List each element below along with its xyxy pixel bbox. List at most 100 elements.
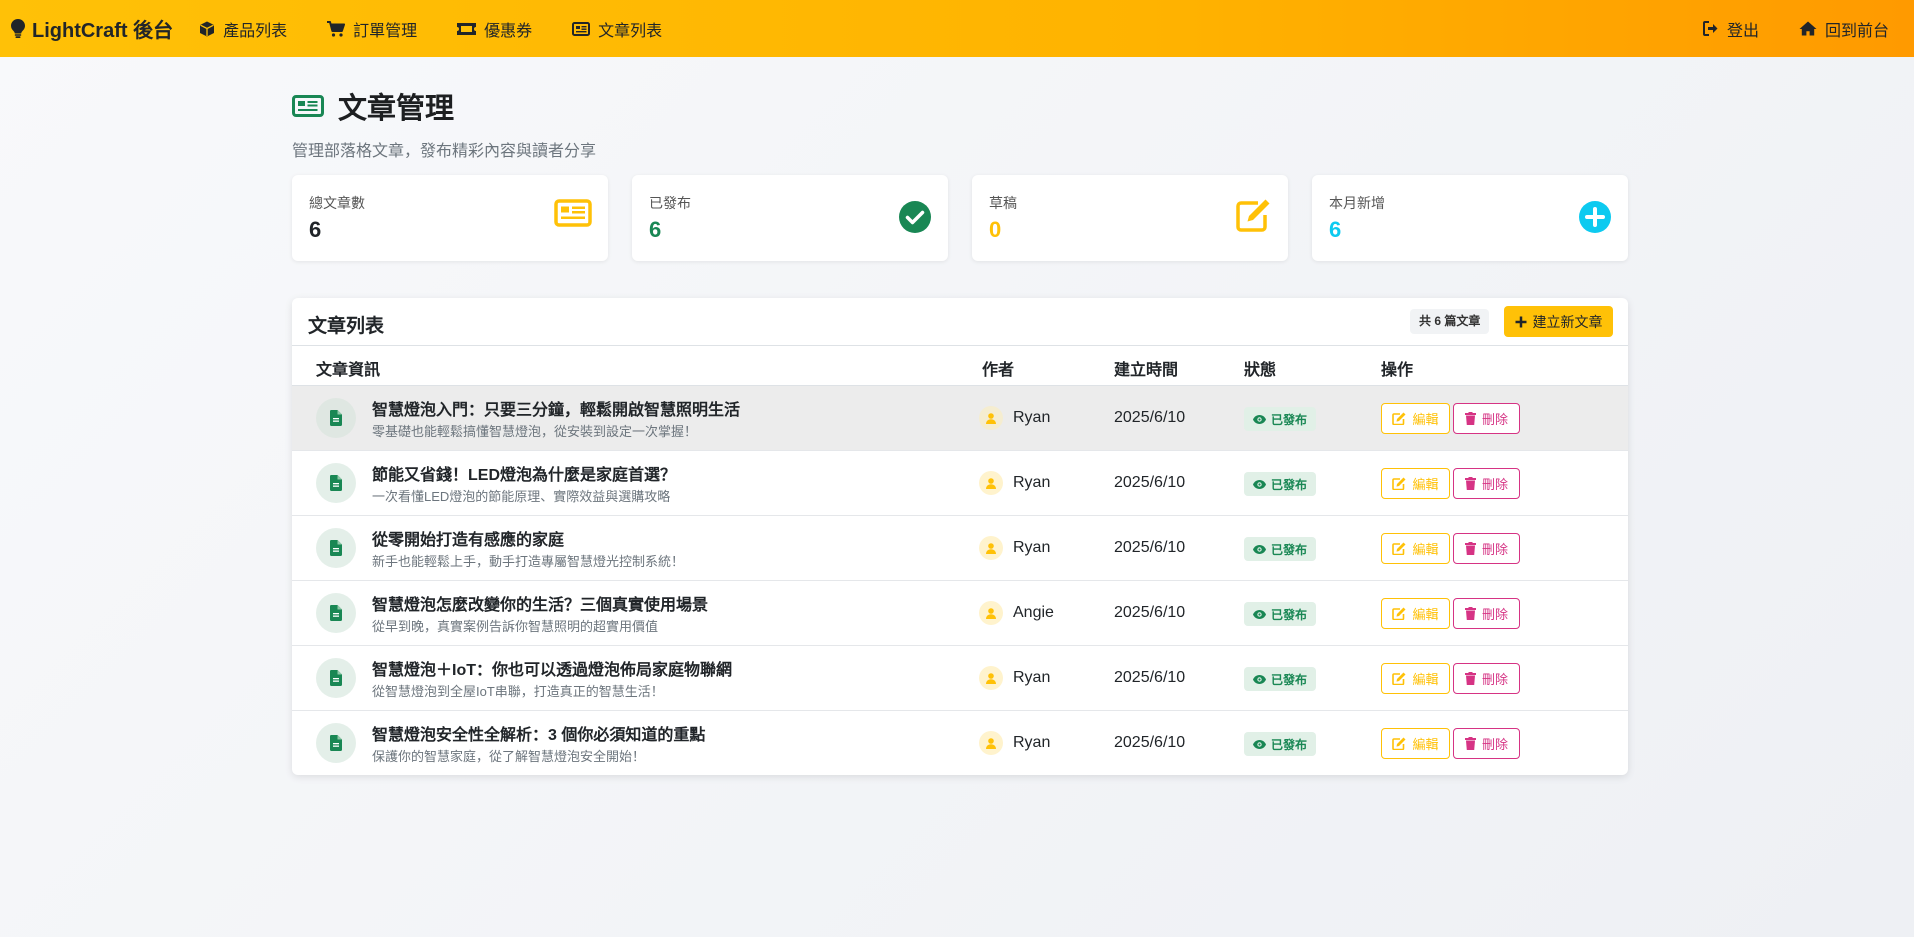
user-icon <box>979 406 1003 430</box>
table-row: 節能又省錢！LED燈泡為什麼是家庭首選？ 一次看懂LED燈泡的節能原理、實際效益… <box>292 451 1628 516</box>
status-label: 已發布 <box>1271 607 1308 622</box>
status-badge: 已發布 <box>1244 537 1317 561</box>
nav-item-frontend[interactable]: 回到前台 <box>1799 17 1889 41</box>
created-date: 2025/6/10 <box>1114 734 1186 751</box>
user-icon <box>979 731 1003 755</box>
nav-label: 優惠券 <box>484 22 533 40</box>
delete-label: 刪除 <box>1481 412 1508 427</box>
eye-icon <box>1253 609 1266 619</box>
article-title[interactable]: 節能又省錢！LED燈泡為什麼是家庭首選？ <box>372 461 676 485</box>
plus-icon <box>1515 316 1526 327</box>
list-header: 文章列表 共 6 篇文章 建立新文章 <box>292 298 1628 346</box>
author-name: Ryan <box>1013 409 1051 426</box>
author-name: Ryan <box>1013 539 1051 556</box>
article-title[interactable]: 智慧燈泡安全性全解析：3 個你必須知道的重點 <box>372 721 705 745</box>
edit-label: 編輯 <box>1412 412 1439 427</box>
author: Ryan <box>979 666 1050 690</box>
edit-button[interactable]: 編輯 <box>1381 403 1450 434</box>
brand-logo[interactable]: LightCraft 後台 <box>11 14 173 43</box>
cart-icon <box>327 20 346 37</box>
stat-card-this-month: 本月新增 6 <box>1312 175 1628 261</box>
box-icon <box>200 21 215 36</box>
stat-label: 草稿 <box>989 195 1017 211</box>
edit-label: 編輯 <box>1412 477 1439 492</box>
delete-button[interactable]: 刪除 <box>1453 403 1520 434</box>
edit-button[interactable]: 編輯 <box>1381 468 1450 499</box>
count-badge: 共 6 篇文章 <box>1410 309 1490 334</box>
stat-label: 本月新增 <box>1329 195 1385 211</box>
table-row: 智慧燈泡入門：只要三分鐘，輕鬆開啟智慧照明生活 零基礎也能輕鬆搞懂智慧燈泡，從安… <box>292 386 1628 451</box>
nav-label: 回到前台 <box>1824 22 1889 40</box>
delete-button[interactable]: 刪除 <box>1453 468 1520 499</box>
newspaper-icon <box>554 199 592 232</box>
edit-icon <box>1236 198 1272 237</box>
create-article-button[interactable]: 建立新文章 <box>1504 306 1613 337</box>
newspaper-icon <box>292 95 324 117</box>
stat-value: 6 <box>309 217 322 242</box>
article-title[interactable]: 從零開始打造有感應的家庭 <box>372 526 564 550</box>
user-icon <box>979 666 1003 690</box>
article-title[interactable]: 智慧燈泡入門：只要三分鐘，輕鬆開啟智慧照明生活 <box>372 396 740 420</box>
article-description: 新手也能輕鬆上手，動手打造專屬智慧燈光控制系統！ <box>372 554 685 569</box>
edit-label: 編輯 <box>1412 737 1439 752</box>
nav-item-logout[interactable]: 登出 <box>1702 17 1759 41</box>
created-date: 2025/6/10 <box>1114 474 1186 491</box>
nav-label: 產品列表 <box>223 22 288 40</box>
eye-icon <box>1253 479 1266 489</box>
created-date: 2025/6/10 <box>1114 604 1186 621</box>
logout-icon <box>1702 21 1718 36</box>
trash-icon <box>1464 477 1476 490</box>
document-icon <box>316 723 356 763</box>
column-header: 作者 <box>982 362 1015 379</box>
stat-value: 6 <box>1329 217 1342 242</box>
stat-card-published: 已發布 6 <box>632 175 948 261</box>
delete-button[interactable]: 刪除 <box>1453 728 1520 759</box>
article-list-card: 文章列表 共 6 篇文章 建立新文章 文章資訊 作者 建立時間 狀態 操作 智慧… <box>292 298 1628 775</box>
trash-icon <box>1464 672 1476 685</box>
page-subtitle: 管理部落格文章，發布精彩內容與讀者分享 <box>292 143 597 160</box>
edit-icon <box>1392 607 1406 620</box>
delete-label: 刪除 <box>1481 542 1508 557</box>
nav-label: 訂單管理 <box>353 22 418 40</box>
column-header: 操作 <box>1381 362 1414 379</box>
edit-label: 編輯 <box>1412 672 1439 687</box>
table-row: 智慧燈泡安全性全解析：3 個你必須知道的重點 保護你的智慧家庭，從了解智慧燈泡安… <box>292 711 1628 775</box>
article-title[interactable]: 智慧燈泡怎麼改變你的生活？三個真實使用場景 <box>372 591 708 615</box>
created-date: 2025/6/10 <box>1114 409 1186 426</box>
created-date: 2025/6/10 <box>1114 669 1186 686</box>
nav-item-orders[interactable]: 訂單管理 <box>327 17 417 41</box>
column-header: 文章資訊 <box>316 362 381 379</box>
nav-item-coupons[interactable]: 優惠券 <box>457 17 532 41</box>
edit-button[interactable]: 編輯 <box>1381 533 1450 564</box>
delete-button[interactable]: 刪除 <box>1453 663 1520 694</box>
delete-button[interactable]: 刪除 <box>1453 533 1520 564</box>
article-description: 從智慧燈泡到全屋IoT串聯，打造真正的智慧生活！ <box>372 684 664 699</box>
delete-button[interactable]: 刪除 <box>1453 598 1520 629</box>
eye-icon <box>1253 739 1266 749</box>
ticket-icon <box>457 22 477 35</box>
table-row: 從零開始打造有感應的家庭 新手也能輕鬆上手，動手打造專屬智慧燈光控制系統！ Ry… <box>292 516 1628 581</box>
document-icon <box>316 398 356 438</box>
delete-label: 刪除 <box>1481 737 1508 752</box>
nav-item-articles[interactable]: 文章列表 <box>572 17 662 41</box>
user-icon <box>979 471 1003 495</box>
newspaper-icon <box>572 21 591 36</box>
article-title[interactable]: 智慧燈泡＋IoT：你也可以透過燈泡佈局家庭物聯網 <box>372 656 732 680</box>
nav-item-products[interactable]: 產品列表 <box>199 17 287 41</box>
edit-button[interactable]: 編輯 <box>1381 598 1450 629</box>
stat-label: 總文章數 <box>309 195 365 211</box>
author-name: Ryan <box>1013 669 1051 686</box>
edit-icon <box>1392 737 1406 750</box>
page-header: 文章管理 管理部落格文章，發布精彩內容與讀者分享 <box>292 85 596 161</box>
trash-icon <box>1464 412 1476 425</box>
edit-button[interactable]: 編輯 <box>1381 663 1450 694</box>
edit-button[interactable]: 編輯 <box>1381 728 1450 759</box>
trash-icon <box>1464 542 1476 555</box>
column-header: 建立時間 <box>1114 362 1179 379</box>
edit-label: 編輯 <box>1412 607 1439 622</box>
user-icon <box>979 601 1003 625</box>
status-badge: 已發布 <box>1244 407 1317 431</box>
article-description: 從早到晚，真實案例告訴你智慧照明的超實用價值 <box>372 619 659 634</box>
document-icon <box>316 593 356 633</box>
article-description: 保護你的智慧家庭，從了解智慧燈泡安全開始！ <box>372 749 646 764</box>
